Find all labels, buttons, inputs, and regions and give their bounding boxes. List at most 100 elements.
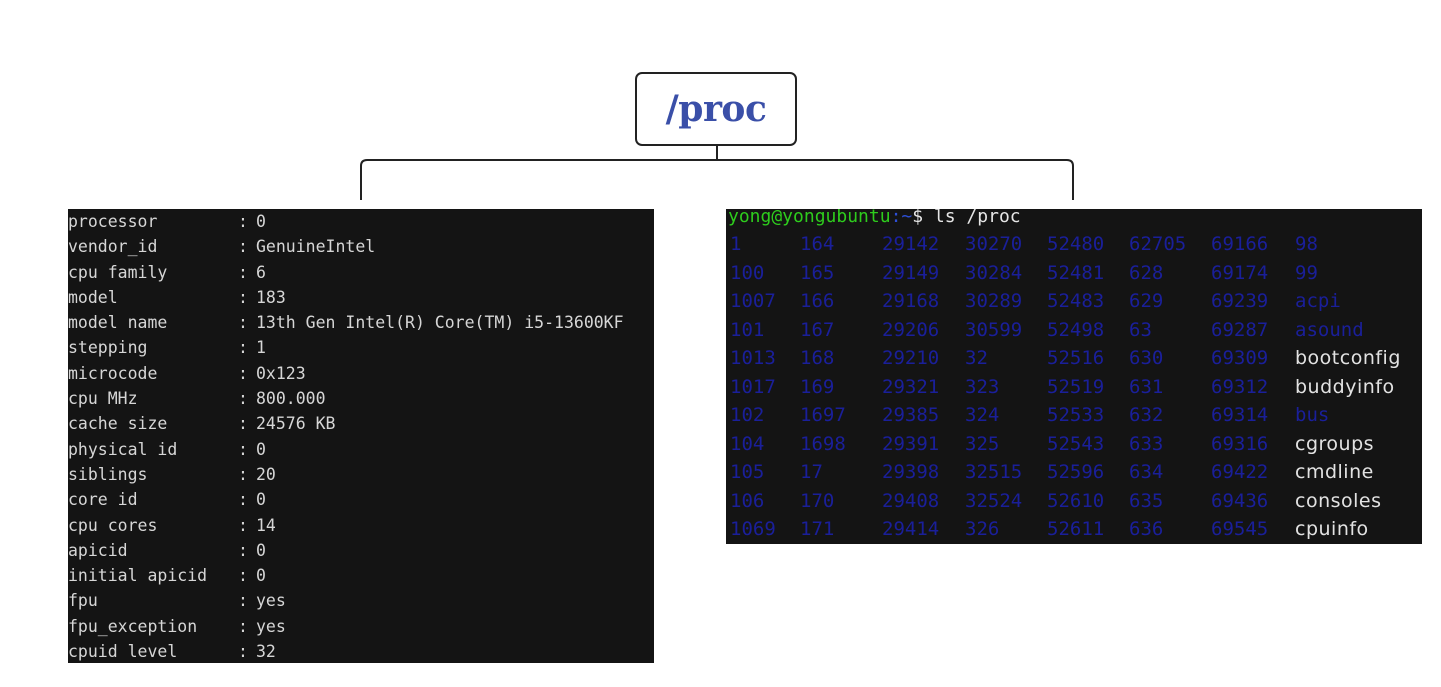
ls-dir-entry: 631 — [1129, 375, 1164, 398]
prompt-user: yong@yongubuntu — [728, 209, 891, 227]
ls-dir-entry: 29408 — [882, 489, 940, 512]
cpuinfo-value: 32 — [256, 642, 276, 662]
ls-dir-entry: 166 — [800, 290, 835, 312]
connector-branch — [360, 159, 1074, 200]
ls-file-entry: cpuinfo — [1295, 518, 1369, 540]
cpuinfo-key: microcode — [68, 363, 158, 383]
cpuinfo-key: cpu MHz — [68, 389, 138, 409]
ls-dir-entry: 52611 — [1047, 518, 1105, 540]
ls-row: 1013 168 29210 32 52516 630 69309 bootconfig — [730, 344, 1422, 373]
ls-dir-entry: 326 — [965, 518, 1000, 540]
cpuinfo-value: 13th Gen Intel(R) Core(TM) i5-13600KF — [256, 313, 624, 333]
ls-dir-entry: 165 — [800, 261, 835, 284]
cpuinfo-value: 6 — [256, 262, 266, 282]
ls-dir-entry: 29391 — [882, 432, 940, 455]
ls-row: 101 167 29206 30599 52498 63 69287 asound — [730, 316, 1422, 345]
cpuinfo-line: cpu family:6 — [68, 260, 654, 285]
ls-dir-entry: 98 — [1295, 233, 1318, 255]
ls-dir-entry: bus — [1295, 404, 1330, 426]
ls-dir-entry: 52480 — [1047, 233, 1105, 255]
ls-dir-entry: 630 — [1129, 347, 1164, 369]
cpuinfo-key: model name — [68, 313, 168, 333]
ls-dir-entry: 629 — [1129, 290, 1164, 312]
shell-prompt: yong@yongubuntu:~$ ls /proc — [728, 209, 1021, 227]
ls-dir-entry: 628 — [1129, 261, 1164, 284]
ls-dir-entry: 52498 — [1047, 318, 1105, 341]
ls-dir-entry: 52610 — [1047, 489, 1105, 512]
ls-dir-entry: 52596 — [1047, 461, 1105, 483]
cpuinfo-separator: : — [238, 389, 248, 409]
cpuinfo-value: 24576 KB — [256, 414, 336, 434]
ls-dir-entry: 1017 — [730, 375, 776, 398]
ls-dir-entry: 63 — [1129, 318, 1152, 341]
ls-file-entry: consoles — [1295, 489, 1382, 512]
cpuinfo-line: microcode:0x123 — [68, 361, 654, 386]
ls-dir-entry: 29149 — [882, 261, 940, 284]
cpuinfo-value: GenuineIntel — [256, 237, 376, 257]
ls-dir-entry: 169 — [800, 375, 835, 398]
cpuinfo-key: processor — [68, 212, 158, 231]
ls-row: 104 1698 29391 325 52543 633 69316 cgroups — [730, 430, 1422, 459]
cpuinfo-line: fpu_exception: yes — [68, 614, 654, 639]
ls-dir-entry: 52516 — [1047, 347, 1105, 369]
cpuinfo-key: core id — [68, 490, 138, 510]
ls-dir-entry: 32 — [965, 347, 988, 369]
ls-dir-entry: 69312 — [1211, 375, 1269, 398]
ls-row: 1 164 29142 30270 52480 62705 69166 98 — [730, 230, 1422, 259]
ls-dir-entry: 30284 — [965, 261, 1023, 284]
ls-dir-entry: 69314 — [1211, 404, 1269, 426]
cpuinfo-line: core id:0 — [68, 487, 654, 512]
cpuinfo-separator: : — [238, 338, 248, 358]
ls-dir-entry: 29206 — [882, 318, 940, 341]
ls-dir-entry: 1697 — [800, 404, 846, 426]
ls-dir-entry: 52533 — [1047, 404, 1105, 426]
ls-dir-entry: 69316 — [1211, 432, 1269, 455]
ls-dir-entry: 52481 — [1047, 261, 1105, 284]
ls-dir-entry: 1698 — [800, 432, 846, 455]
ls-row: 105 17 29398 32515 52596 634 69422 cmdline — [730, 458, 1422, 487]
cpuinfo-key: vendor_id — [68, 237, 158, 257]
ls-row: 106 170 29408 32524 52610 635 69436 consoles — [730, 487, 1422, 516]
ls-dir-entry: 100 — [730, 261, 765, 284]
ls-dir-entry: acpi — [1295, 290, 1341, 312]
cpuinfo-key: cpu family — [68, 262, 168, 282]
ls-dir-entry: 1013 — [730, 347, 776, 369]
ls-proc-terminal: yong@yongubuntu:~$ ls /proc 1 164 29142 302… — [726, 209, 1422, 544]
cpuinfo-key: cpuid level — [68, 642, 178, 662]
cpuinfo-key: model — [68, 287, 118, 307]
cpuinfo-line: stepping:1 — [68, 335, 654, 360]
ls-dir-entry: 102 — [730, 404, 765, 426]
cpuinfo-separator: : — [238, 464, 248, 484]
ls-dir-entry: 105 — [730, 461, 765, 483]
cpuinfo-separator: : — [238, 591, 248, 611]
cpuinfo-line: physical id:0 — [68, 437, 654, 462]
ls-output-grid: 1 164 29142 30270 52480 62705 69166 98 100 165 291… — [730, 230, 1422, 544]
ls-dir-entry: 168 — [800, 347, 835, 369]
cpuinfo-key: cache size — [68, 414, 168, 434]
cpuinfo-separator: : — [238, 642, 248, 662]
ls-dir-entry: 1007 — [730, 290, 776, 312]
cpuinfo-value: 14 — [256, 515, 276, 535]
root-node-label: /proc — [665, 88, 767, 130]
cpuinfo-key: fpu — [68, 591, 98, 611]
cpuinfo-value: 1 — [256, 338, 266, 358]
ls-dir-entry: 29321 — [882, 375, 940, 398]
cpuinfo-line: cpuid level:32 — [68, 639, 654, 663]
cpuinfo-separator: : — [238, 566, 248, 586]
ls-file-entry: cmdline — [1295, 461, 1374, 483]
cpuinfo-separator: : — [238, 237, 248, 257]
cpuinfo-separator: : — [238, 439, 248, 459]
ls-file-entry: bootconfig — [1295, 347, 1401, 369]
cpuinfo-line: apicid:0 — [68, 538, 654, 563]
cpuinfo-key: siblings — [68, 464, 148, 484]
cpuinfo-key: apicid — [68, 540, 128, 560]
ls-dir-entry: 323 — [965, 375, 1000, 398]
ls-file-entry: buddyinfo — [1295, 375, 1395, 398]
ls-dir-entry: 101 — [730, 318, 765, 341]
cpuinfo-separator: : — [238, 313, 248, 333]
ls-dir-entry: 106 — [730, 489, 765, 512]
ls-dir-entry: 69545 — [1211, 518, 1269, 540]
cpuinfo-key: cpu cores — [68, 515, 158, 535]
ls-dir-entry: 167 — [800, 318, 835, 341]
cpuinfo-line: initial apicid:0 — [68, 563, 654, 588]
